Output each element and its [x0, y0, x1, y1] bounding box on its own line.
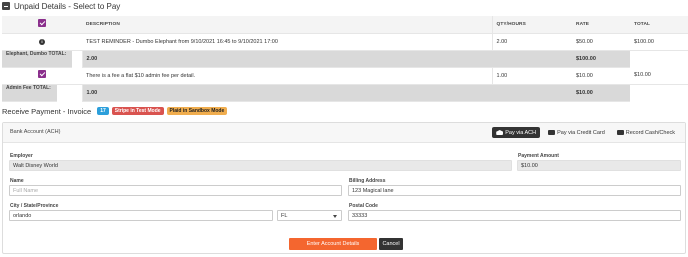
pay-via-credit-card-button[interactable]: Pay via Credit Card	[544, 127, 609, 138]
cancel-button[interactable]: Cancel	[379, 238, 403, 250]
payment-panel: Bank Account (ACH) Pay via ACH Pay via C…	[2, 122, 686, 254]
unpaid-details-table: DESCRIPTION QTY/HOURS RATE TOTAL i TEST …	[2, 16, 688, 102]
name-label: Name	[10, 178, 24, 184]
postal-code-label: Postal Code	[349, 203, 378, 209]
payment-method-buttons: Pay via ACH Pay via Credit Card Record C…	[492, 127, 679, 138]
subtotal-row: Admin Fee TOTAL: 1.00 $10.00	[2, 84, 688, 102]
state-select[interactable]: FL	[277, 210, 342, 221]
record-cash-check-button[interactable]: Record Cash/Check	[613, 127, 679, 138]
row-qty: 2.00	[491, 33, 572, 51]
employer-label: Employer	[10, 153, 33, 159]
billing-address-label: Billing Address	[349, 178, 386, 184]
column-header: QTY/HOURS	[491, 16, 572, 34]
invoice-count-badge: 17	[97, 107, 109, 115]
table-row: i TEST REMINDER - Dumbo Elephant from 9/…	[2, 33, 688, 51]
pay-via-ach-button[interactable]: Pay via ACH	[492, 127, 541, 138]
subtotal-amount: $10.00	[572, 84, 630, 102]
select-all-checkbox[interactable]	[38, 19, 46, 28]
table-header-row: DESCRIPTION QTY/HOURS RATE TOTAL	[2, 16, 688, 34]
select-all-cell[interactable]	[2, 16, 82, 34]
postal-code-input[interactable]: 33333	[348, 210, 681, 221]
name-input[interactable]: Full Name	[9, 185, 342, 196]
column-header: RATE	[572, 16, 630, 34]
employer-field: Walt Disney World	[9, 160, 512, 171]
city-label: City / State/Province	[10, 203, 59, 209]
subtotal-label: Elephant, Dumbo TOTAL:	[2, 50, 73, 68]
row-rate: $50.00	[572, 33, 630, 51]
payment-amount-field: $10.00	[517, 160, 681, 171]
row-checkbox[interactable]	[38, 70, 46, 79]
column-header: DESCRIPTION	[82, 16, 492, 34]
subtotal-label: Admin Fee TOTAL:	[2, 84, 57, 102]
table-row: There is a fee a flat $10 admin fee per …	[2, 67, 688, 85]
row-qty: 1.00	[491, 67, 572, 85]
row-rate: $10.00	[572, 67, 630, 85]
column-header: TOTAL	[630, 16, 688, 34]
subtotal-amount: $100.00	[572, 50, 630, 68]
subtotal-qty: 1.00	[81, 84, 492, 102]
plaid-mode-badge: Plaid in Sandbox Mode	[166, 107, 228, 115]
info-icon[interactable]: i	[39, 38, 45, 45]
section-title: Unpaid Details - Select to Pay	[14, 1, 121, 11]
row-total: $10.00	[630, 67, 688, 85]
billing-address-input[interactable]: 123 Magical lane	[348, 185, 681, 196]
section-header: Unpaid Details - Select to Pay	[0, 0, 688, 12]
panel-header: Bank Account (ACH) Pay via ACH Pay via C…	[3, 123, 685, 143]
row-description: There is a fee a flat $10 admin fee per …	[82, 67, 492, 85]
row-total: $100.00	[630, 33, 688, 51]
credit-card-icon	[548, 130, 556, 135]
collapse-icon[interactable]	[2, 2, 10, 10]
money-icon	[616, 130, 624, 135]
receive-payment-title: Receive Payment - Invoice	[2, 106, 92, 116]
payment-amount-label: Payment Amount	[518, 153, 559, 159]
row-description: TEST REMINDER - Dumbo Elephant from 9/10…	[82, 33, 492, 51]
stripe-mode-badge: Stripe in Test Mode	[111, 107, 164, 115]
panel-title: Bank Account (ACH)	[10, 129, 61, 135]
chevron-down-icon	[333, 214, 337, 218]
bank-icon	[496, 130, 504, 135]
receive-payment-header: Receive Payment - Invoice 17 Stripe in T…	[2, 105, 230, 117]
subtotal-row: Elephant, Dumbo TOTAL: 2.00 $100.00	[2, 50, 688, 68]
enter-account-details-button[interactable]: Enter Account Details	[289, 238, 377, 250]
city-input[interactable]: orlando	[9, 210, 273, 221]
subtotal-qty: 2.00	[81, 50, 492, 68]
